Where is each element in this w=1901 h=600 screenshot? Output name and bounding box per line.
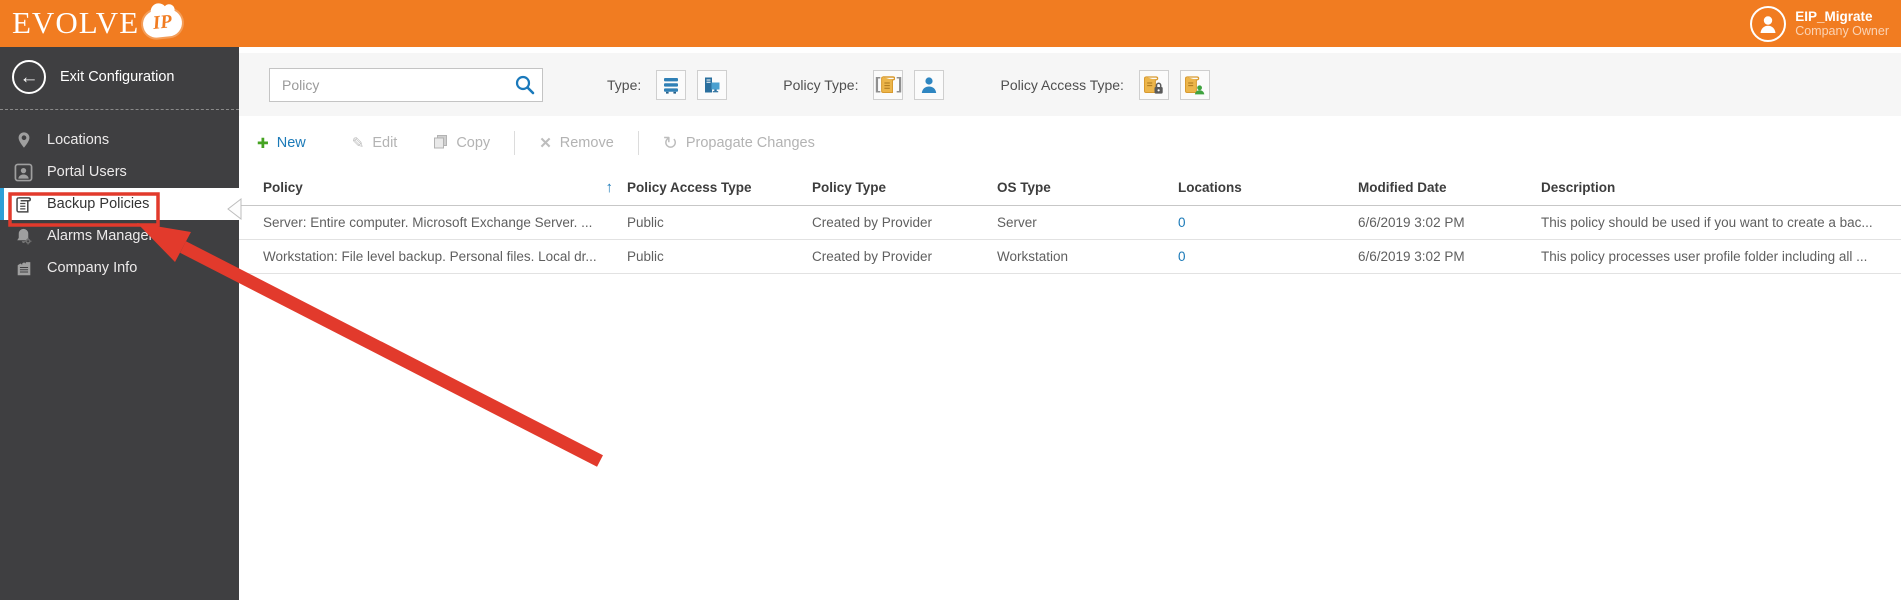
sidebar-item-label: Alarms Management xyxy=(47,228,181,244)
locations-count-link[interactable]: 0 xyxy=(1178,215,1186,230)
copy-button[interactable]: Copy xyxy=(433,134,490,153)
type-filter-label: Type: xyxy=(607,76,642,93)
column-header-locations[interactable]: Locations xyxy=(1178,180,1358,195)
propagate-changes-button[interactable]: ↻ Propagate Changes xyxy=(663,134,815,152)
policy-type-cell: Created by Provider xyxy=(812,249,933,264)
table-row[interactable]: Workstation: File level backup. Personal… xyxy=(239,240,1901,274)
plus-icon: ✚ xyxy=(257,135,269,151)
new-button[interactable]: ✚ New xyxy=(257,135,306,151)
column-header-policy-type[interactable]: Policy Type xyxy=(812,180,997,195)
os-type-cell: Workstation xyxy=(997,249,1069,264)
policy-access-type-filter-label: Policy Access Type: xyxy=(1000,76,1124,93)
public-locked-policy-icon[interactable] xyxy=(1138,69,1169,100)
policy-type-filter-label: Policy Type: xyxy=(783,76,859,93)
sort-ascending-icon[interactable]: ↑ xyxy=(606,179,614,196)
toolbar-separator xyxy=(514,131,516,155)
copy-icon xyxy=(433,134,448,153)
refresh-icon: ↻ xyxy=(662,133,678,153)
os-type-cell: Server xyxy=(997,215,1037,230)
column-header-modified-date[interactable]: Modified Date xyxy=(1358,180,1541,195)
server-type-icon[interactable] xyxy=(656,69,687,100)
logo-cloud-badge: IP xyxy=(141,8,184,39)
main-content: Type: Policy Type: [ ] Policy Access Typ… xyxy=(239,47,1901,600)
user-menu[interactable]: EIP_Migrate Company Owner xyxy=(1750,5,1891,42)
policies-table: Policy ↑ Policy Access Type Policy Type … xyxy=(239,170,1901,274)
user-name: EIP_Migrate xyxy=(1795,8,1873,24)
workstation-type-icon[interactable] xyxy=(697,69,728,100)
access-type-cell: Public xyxy=(627,215,664,230)
remove-x-icon: ✕ xyxy=(539,134,552,152)
modified-date-cell: 6/6/2019 3:02 PM xyxy=(1358,215,1465,230)
logo-text: EVOLVE xyxy=(12,5,140,40)
edit-button[interactable]: ✎ Edit xyxy=(352,135,398,151)
table-header-row: Policy ↑ Policy Access Type Policy Type … xyxy=(239,170,1901,206)
sidebar-item-company-info[interactable]: Company Info xyxy=(0,252,239,284)
filter-bar: Type: Policy Type: [ ] Policy Access Typ… xyxy=(239,53,1901,116)
sidebar-item-label: Locations xyxy=(47,132,110,148)
remove-button[interactable]: ✕ Remove xyxy=(539,135,614,151)
sidebar-item-backup-policies[interactable]: Backup Policies xyxy=(0,188,239,220)
column-header-description[interactable]: Description xyxy=(1541,180,1901,195)
search-icon[interactable] xyxy=(514,74,536,96)
evolve-ip-logo: EVOLVE IP xyxy=(12,0,184,47)
column-header-os-type[interactable]: OS Type xyxy=(997,180,1178,195)
sidebar-item-alarms-management[interactable]: Alarms Management xyxy=(0,220,239,252)
app-window: EVOLVE IP EIP_Migrate Company Owner ← Ex… xyxy=(0,0,1901,600)
policy-search xyxy=(269,67,543,102)
toolbar-separator xyxy=(637,131,639,155)
description-cell: This policy processes user profile folde… xyxy=(1541,249,1868,264)
location-pin-icon xyxy=(13,130,34,151)
policy-type-cell: Created by Provider xyxy=(812,215,933,230)
column-header-policy[interactable]: Policy ↑ xyxy=(263,179,627,196)
provider-policy-icon[interactable]: [ ] xyxy=(873,69,904,100)
modified-date-cell: 6/6/2019 3:02 PM xyxy=(1358,249,1465,264)
policy-cell: Workstation: File level backup. Personal… xyxy=(263,249,597,264)
exit-configuration-label: Exit Configuration xyxy=(60,69,175,85)
table-row[interactable]: Server: Entire computer. Microsoft Excha… xyxy=(239,206,1901,240)
sidebar-item-locations[interactable]: Locations xyxy=(0,124,239,156)
sidebar-item-portal-users[interactable]: Portal Users xyxy=(0,156,239,188)
access-type-cell: Public xyxy=(627,249,664,264)
user-policy-icon[interactable] xyxy=(914,69,945,100)
exit-configuration-button[interactable]: ← Exit Configuration xyxy=(0,47,239,106)
app-header: EVOLVE IP EIP_Migrate Company Owner xyxy=(0,0,1901,47)
user-role: Company Owner xyxy=(1795,24,1889,39)
description-cell: This policy should be used if you want t… xyxy=(1541,215,1873,230)
column-header-policy-access-type[interactable]: Policy Access Type xyxy=(627,180,812,195)
portal-user-icon xyxy=(13,162,34,183)
sidebar-item-label: Portal Users xyxy=(47,164,127,180)
locations-count-link[interactable]: 0 xyxy=(1178,249,1186,264)
sidebar: ← Exit Configuration Locations Portal Us… xyxy=(0,47,239,600)
back-arrow-icon: ← xyxy=(12,60,46,94)
sidebar-divider xyxy=(0,109,239,110)
alarm-bell-gear-icon xyxy=(13,226,34,247)
private-user-policy-icon[interactable] xyxy=(1179,69,1210,100)
sidebar-item-label: Backup Policies xyxy=(47,196,150,212)
user-avatar-icon xyxy=(1750,5,1787,42)
actions-toolbar: ✚ New ✎ Edit Copy ✕ Remove ↻ Propagate C… xyxy=(239,116,1901,170)
sidebar-item-label: Company Info xyxy=(47,260,138,276)
policy-search-input[interactable] xyxy=(269,67,543,102)
company-building-icon xyxy=(13,258,34,279)
policy-cell: Server: Entire computer. Microsoft Excha… xyxy=(263,215,593,230)
backup-policy-scroll-icon xyxy=(13,194,34,215)
pencil-icon: ✎ xyxy=(351,134,365,152)
